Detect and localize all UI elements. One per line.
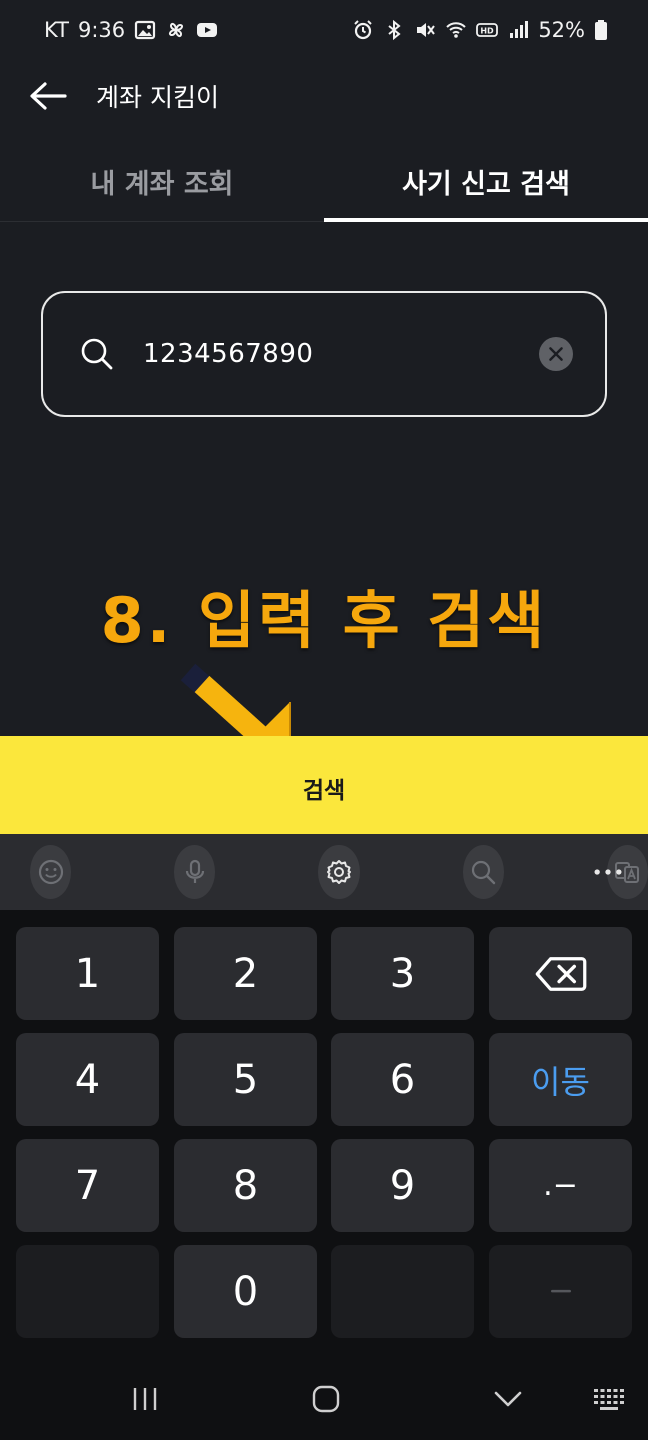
search-icon: [472, 860, 496, 885]
back-nav-button[interactable]: [478, 1374, 538, 1424]
key-6[interactable]: 6: [331, 1033, 474, 1126]
tab-bar: 내 계좌 조회 사기 신고 검색: [0, 142, 648, 222]
space-key[interactable]: [489, 1245, 632, 1338]
status-bar: KT 9:36 HD 52%: [0, 0, 648, 60]
search-button[interactable]: 검색: [0, 736, 648, 834]
more-icon: [594, 869, 622, 875]
back-button[interactable]: [0, 60, 96, 132]
signal-icon: [507, 19, 529, 41]
hd-icon: HD: [476, 19, 499, 41]
home-icon: [312, 1385, 340, 1413]
key-4[interactable]: 4: [16, 1033, 159, 1126]
more-button[interactable]: [590, 856, 626, 888]
recents-button[interactable]: [115, 1374, 175, 1424]
clear-button[interactable]: [539, 337, 573, 371]
clock: 9:36: [77, 18, 126, 42]
space-bar-icon: [550, 1289, 571, 1293]
home-button[interactable]: [296, 1374, 356, 1424]
app-bar: 계좌 지킴이: [0, 60, 648, 132]
backspace-icon: [535, 956, 586, 991]
keyboard-switch-button[interactable]: [580, 1374, 640, 1424]
move-key[interactable]: 이동: [489, 1033, 632, 1126]
voice-input-button[interactable]: [174, 845, 216, 899]
page-title: 계좌 지킴이: [96, 83, 219, 112]
wifi-icon: [445, 19, 467, 41]
carrier-label: KT: [44, 18, 69, 42]
key-2[interactable]: 2: [174, 927, 317, 1020]
keyboard-settings-button[interactable]: [318, 845, 360, 899]
key-3[interactable]: 3: [331, 927, 474, 1020]
key-9[interactable]: 9: [331, 1139, 474, 1232]
search-icon: [79, 336, 115, 372]
numeric-keyboard: 1 2 3 4 5 6 이동 7 8 9 .− 0: [0, 910, 648, 1350]
tab-fraud-search[interactable]: 사기 신고 검색: [324, 142, 648, 222]
key-8[interactable]: 8: [174, 1139, 317, 1232]
microphone-icon: [185, 859, 204, 883]
blank-key-middle: [331, 1245, 474, 1338]
pinwheel-icon: [165, 19, 187, 41]
emoji-icon: [38, 859, 63, 885]
svg-text:HD: HD: [481, 27, 495, 36]
key-0[interactable]: 0: [174, 1245, 317, 1338]
close-icon: [549, 347, 563, 361]
backspace-key[interactable]: [489, 927, 632, 1020]
keyboard-icon: [594, 1389, 624, 1410]
chevron-down-icon: [494, 1391, 522, 1407]
key-7[interactable]: 7: [16, 1139, 159, 1232]
battery-label: 52%: [538, 18, 585, 42]
youtube-icon: [196, 19, 218, 41]
search-input[interactable]: 1234567890: [143, 339, 539, 369]
key-1[interactable]: 1: [16, 927, 159, 1020]
punctuation-key[interactable]: .−: [489, 1139, 632, 1232]
gallery-icon: [134, 19, 156, 41]
battery-icon: [594, 19, 608, 41]
arrow-left-icon: [30, 82, 67, 110]
bluetooth-icon: [383, 19, 405, 41]
keyboard-search-button[interactable]: [462, 845, 504, 899]
alarm-icon: [352, 19, 374, 41]
tutorial-annotation: 8. 입력 후 검색: [100, 584, 548, 657]
status-left: KT 9:36: [44, 18, 218, 42]
blank-key-left: [16, 1245, 159, 1338]
tab-my-account[interactable]: 내 계좌 조회: [0, 142, 324, 221]
status-right: HD 52%: [352, 18, 608, 42]
search-field[interactable]: 1234567890: [41, 291, 607, 417]
mute-icon: [414, 19, 436, 41]
key-5[interactable]: 5: [174, 1033, 317, 1126]
search-button-label: 검색: [302, 778, 346, 804]
recents-icon: [133, 1388, 157, 1410]
system-nav-bar: [0, 1350, 648, 1440]
settings-icon: [327, 860, 351, 884]
keyboard-toolbar: [0, 834, 648, 910]
emoji-button[interactable]: [30, 845, 72, 899]
